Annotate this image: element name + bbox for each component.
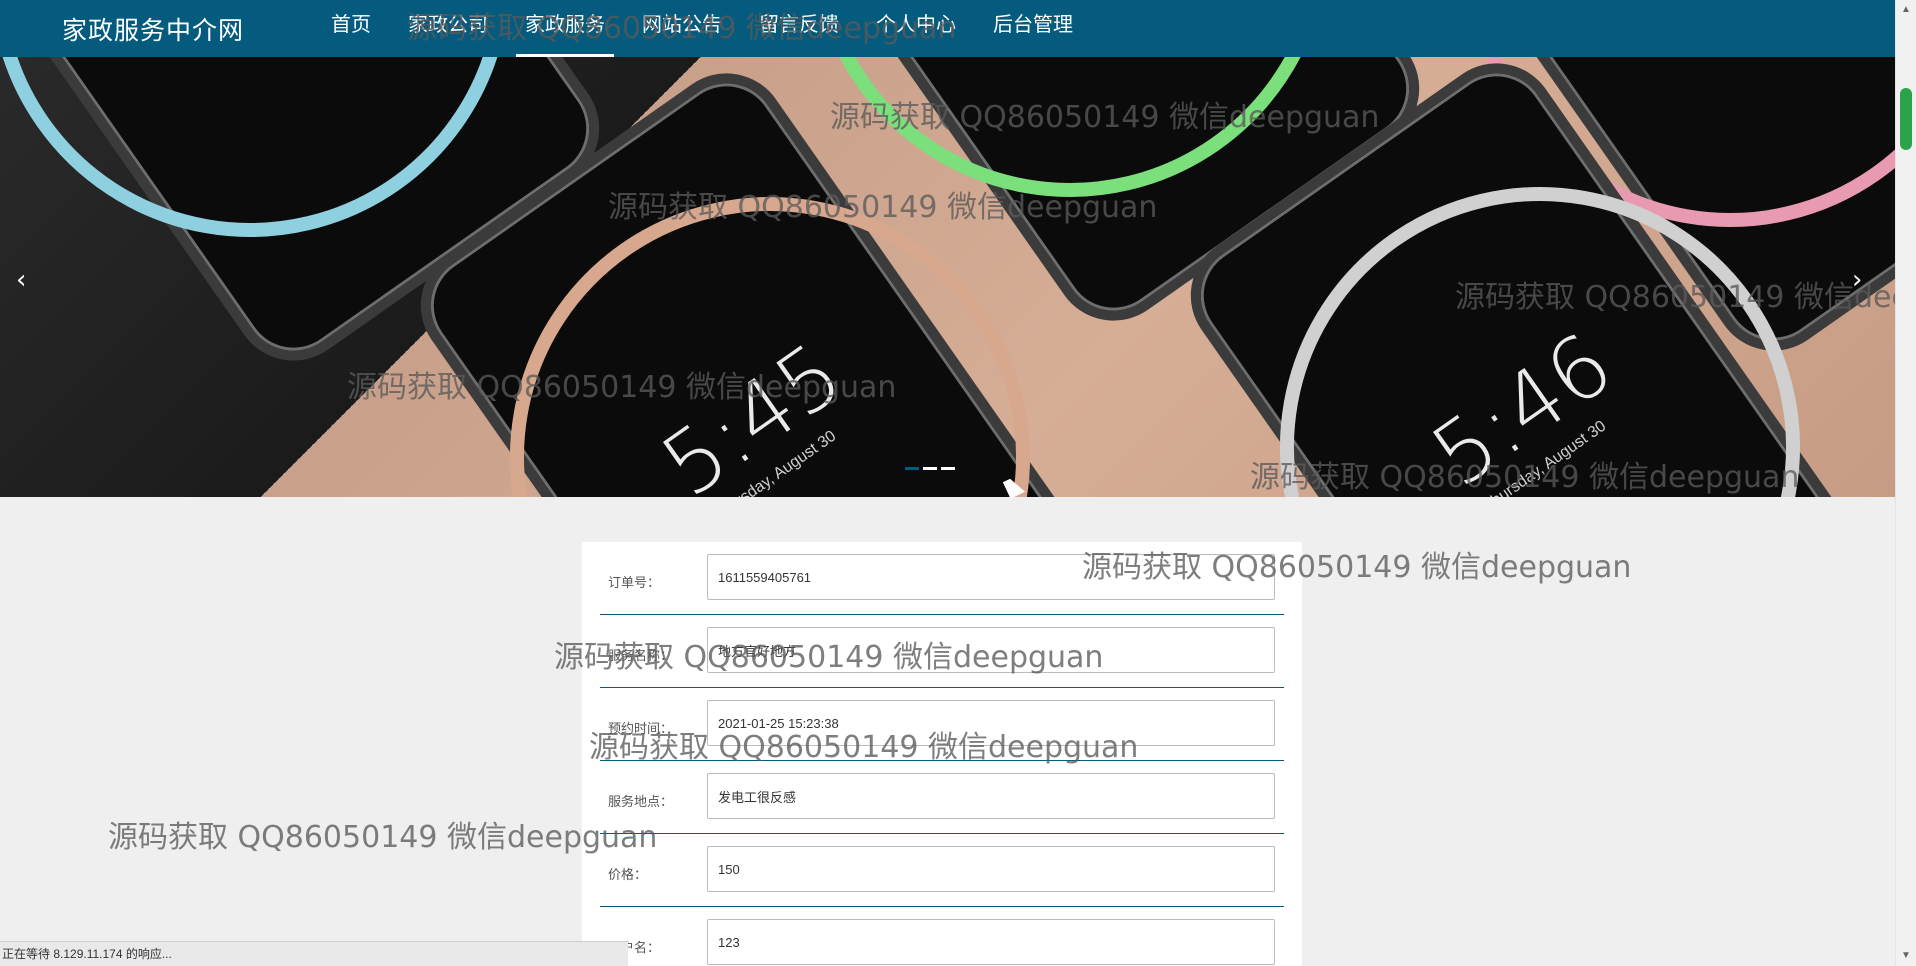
- page-scrollbar[interactable]: ▲ ▼: [1895, 0, 1916, 966]
- service-location-field[interactable]: [707, 773, 1275, 819]
- browser-status-bar: 正在等待 8.129.11.174 的响应...: [0, 941, 628, 966]
- username-field[interactable]: [707, 919, 1275, 965]
- carousel-indicator[interactable]: [905, 467, 919, 470]
- order-number-label: 订单号：: [608, 575, 661, 590]
- appointment-time-label: 预约时间：: [608, 721, 674, 736]
- price-label: 价格：: [608, 867, 648, 882]
- nav-item-home[interactable]: 首页: [322, 0, 380, 57]
- carousel-indicator[interactable]: [941, 467, 955, 470]
- site-brand[interactable]: 家政服务中介网: [62, 11, 322, 47]
- main-nav: 首页 家政公司 家政服务 网站公告 留言反馈 个人中心 后台管理: [322, 0, 1101, 57]
- form-row-service-location: 服务地点：: [600, 761, 1284, 834]
- watermark-text: 源码获取 QQ86050149 微信deepguan: [108, 820, 658, 855]
- scroll-thumb[interactable]: [1900, 88, 1912, 150]
- carousel-indicators: [905, 467, 955, 470]
- appointment-time-field[interactable]: [707, 700, 1275, 746]
- carousel-next-icon[interactable]: ›: [1852, 265, 1862, 295]
- nav-item-announcements[interactable]: 网站公告: [633, 0, 731, 57]
- carousel-prev-icon[interactable]: ‹: [16, 265, 26, 295]
- form-row-username: 用户名：: [600, 907, 1284, 966]
- banner-carousel: 5:45 Thursday, August 30 5:46 Thursday, …: [0, 57, 1895, 497]
- nav-item-profile[interactable]: 个人中心: [867, 0, 965, 57]
- nav-item-admin[interactable]: 后台管理: [984, 0, 1082, 57]
- form-row-order-number: 订单号：: [600, 542, 1284, 615]
- form-row-service-name: 服务名称：: [600, 615, 1284, 688]
- carousel-indicator[interactable]: [923, 467, 937, 470]
- service-name-label: 服务名称：: [608, 648, 674, 663]
- top-navbar: 家政服务中介网 首页 家政公司 家政服务 网站公告 留言反馈 个人中心 后台管理: [0, 0, 1895, 57]
- order-number-field[interactable]: [707, 554, 1275, 600]
- scroll-up-icon[interactable]: ▲: [1901, 4, 1911, 15]
- price-field[interactable]: [707, 846, 1275, 892]
- nav-item-companies[interactable]: 家政公司: [399, 0, 497, 57]
- nav-item-feedback[interactable]: 留言反馈: [750, 0, 848, 57]
- form-row-price: 价格：: [600, 834, 1284, 907]
- order-detail-form: 订单号： 服务名称： 预约时间： 服务地点： 价格： 用户名：: [582, 542, 1302, 966]
- service-location-label: 服务地点：: [608, 794, 674, 809]
- service-name-field[interactable]: [707, 627, 1275, 673]
- form-row-appointment-time: 预约时间：: [600, 688, 1284, 761]
- nav-item-services[interactable]: 家政服务: [516, 0, 614, 57]
- scroll-down-icon[interactable]: ▼: [1901, 950, 1911, 961]
